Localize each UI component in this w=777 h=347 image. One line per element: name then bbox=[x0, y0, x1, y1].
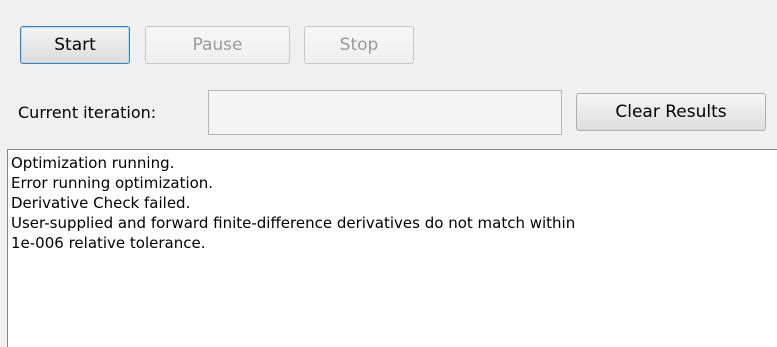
log-line: 1e-006 relative tolerance. bbox=[11, 234, 206, 252]
results-output-area[interactable]: Optimization running. Error running opti… bbox=[7, 149, 777, 347]
log-line: Derivative Check failed. bbox=[11, 194, 191, 212]
pause-button[interactable]: Pause bbox=[145, 26, 290, 64]
log-line: User-supplied and forward finite-differe… bbox=[11, 214, 576, 232]
current-iteration-label: Current iteration: bbox=[18, 103, 157, 122]
stop-button[interactable]: Stop bbox=[304, 26, 414, 64]
log-line: Error running optimization. bbox=[11, 174, 214, 192]
current-iteration-field bbox=[208, 90, 562, 135]
optimization-run-panel: Start Pause Stop Current iteration: Clea… bbox=[0, 0, 777, 347]
log-line: Optimization running. bbox=[11, 154, 175, 172]
clear-results-button[interactable]: Clear Results bbox=[576, 93, 766, 131]
start-button[interactable]: Start bbox=[20, 26, 130, 64]
